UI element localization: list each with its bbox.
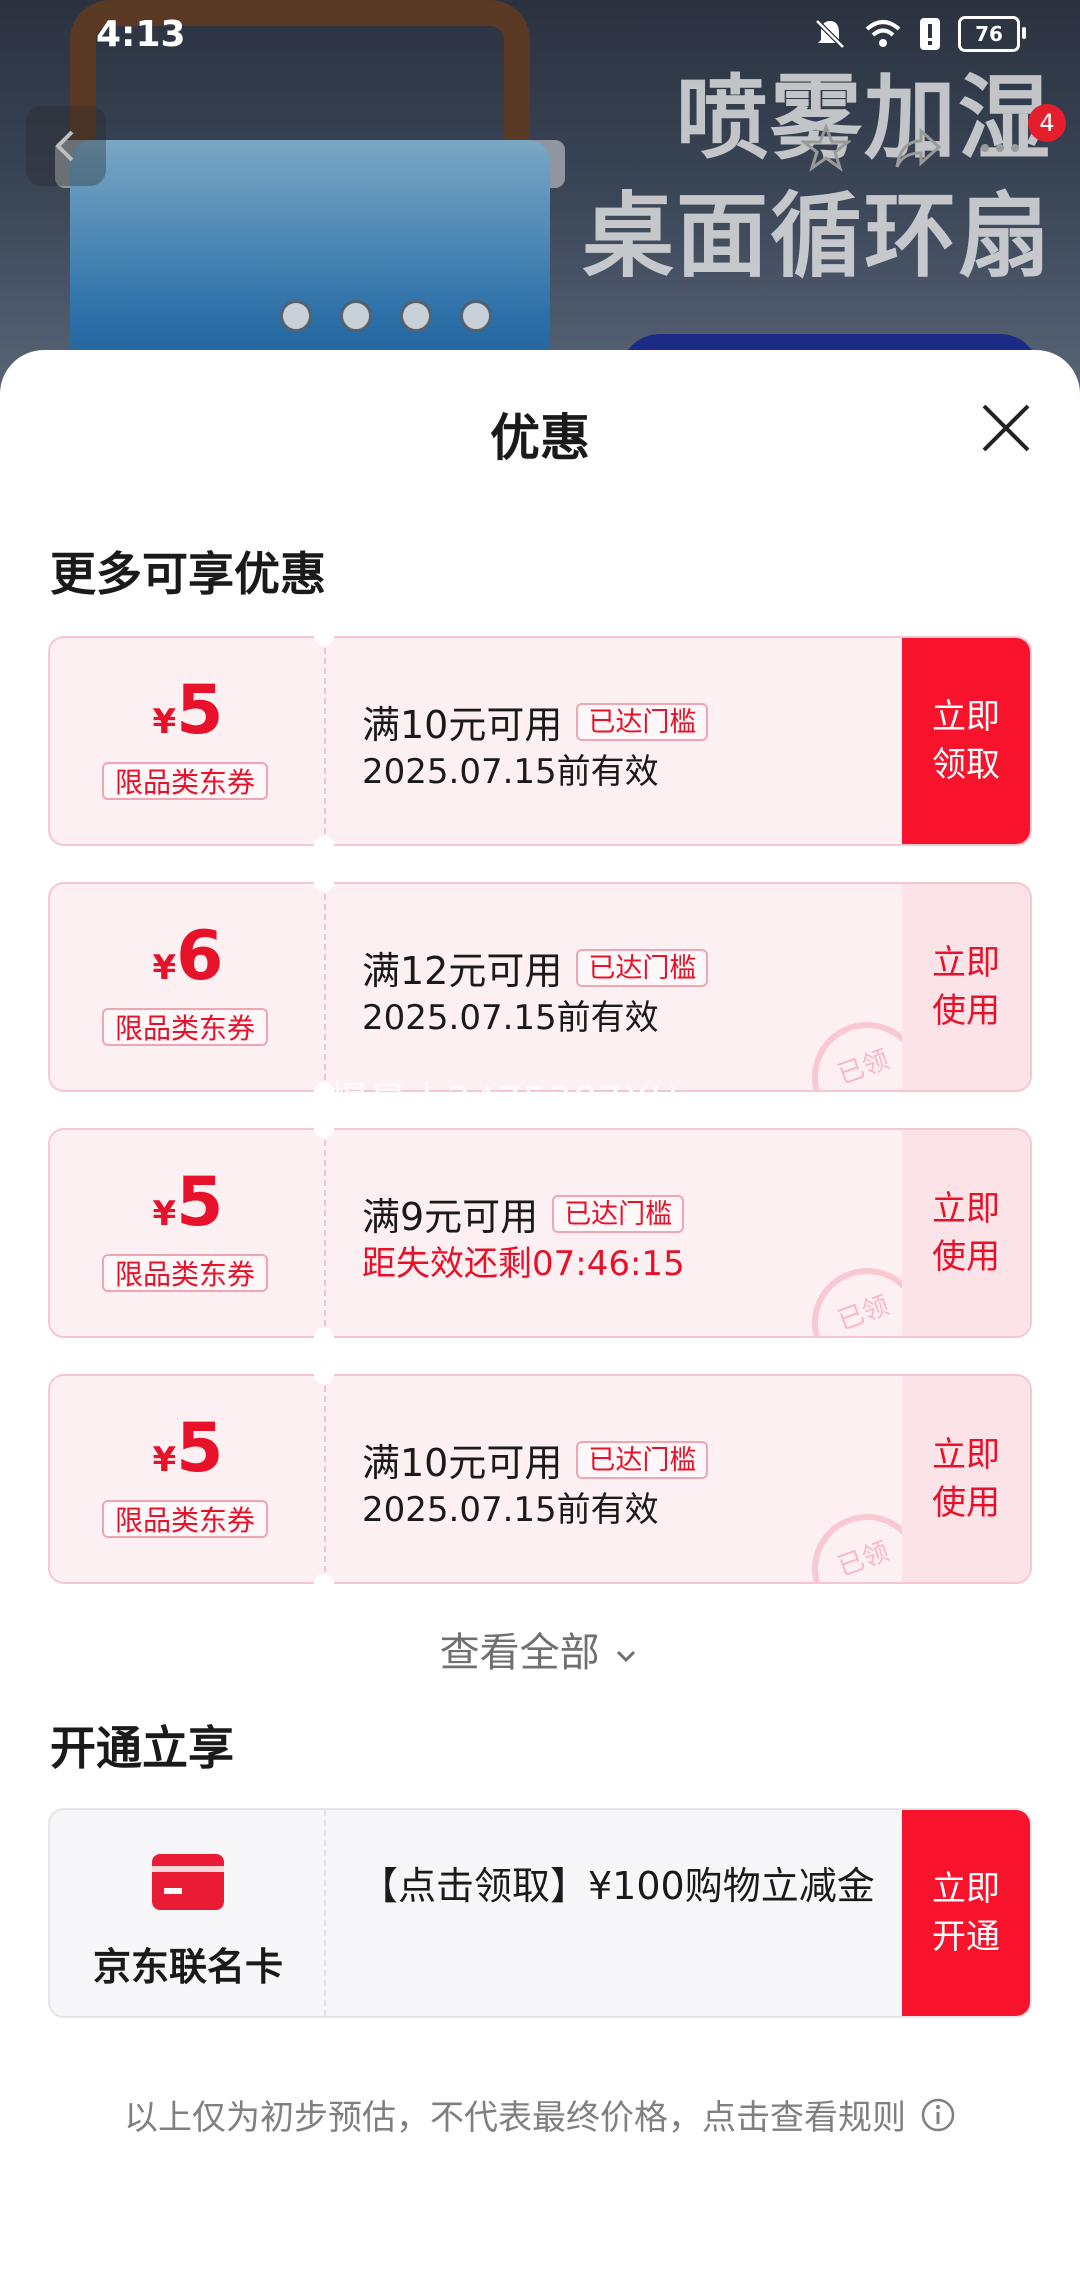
card-offer-description: 【点击领取】¥100购物立减金: [360, 1864, 875, 1908]
coupon-notch: [314, 1328, 334, 1348]
coupon-condition: 满10元可用 已达门槛: [362, 1432, 709, 1487]
close-button[interactable]: [976, 398, 1036, 458]
back-button[interactable]: [26, 106, 106, 186]
product-knob: [340, 300, 372, 332]
cart-badge: 4: [1028, 104, 1066, 142]
coupon-type-tag: 限品类东券: [102, 1500, 268, 1538]
status-icons: 76: [812, 16, 1026, 52]
credit-card-icon: [152, 1854, 224, 1910]
jd-cobrand-card-offer: 京东联名卡 【点击领取】¥100购物立减金 立即 开通: [48, 1808, 1032, 2018]
coupon-amount: ¥5: [50, 1168, 326, 1238]
threshold-badge: 已达门槛: [576, 1440, 709, 1479]
coupon-notch: [314, 836, 334, 856]
section-more-discounts: 更多可享优惠: [50, 547, 326, 601]
price-rules-link[interactable]: 以上仅为初步预估，不代表最终价格，点击查看规则: [0, 2090, 1080, 2139]
claim-coupon-button[interactable]: 立即 领取: [902, 638, 1030, 844]
coupon-condition: 满12元可用 已达门槛: [362, 940, 709, 995]
coupon-type-tag: 限品类东券: [102, 1008, 268, 1046]
disclaimer-text: 以上仅为初步预估，不代表最终价格，点击查看规则: [124, 2098, 906, 2138]
coupon-validity: 2025.07.15前有效: [362, 752, 659, 792]
currency-symbol: ¥: [152, 1440, 177, 1480]
coupon-condition: 满10元可用 已达门槛: [362, 694, 709, 749]
star-icon: [801, 123, 851, 172]
wifi-icon: [865, 20, 901, 47]
coupon-type-tag: 限品类东券: [102, 762, 268, 800]
coupon-condition: 满9元可用 已达门槛: [362, 1186, 685, 1241]
coupon-value: 5: [176, 1163, 224, 1242]
coupon-validity: 2025.07.15前有效: [362, 1490, 659, 1530]
card-name: 京东联名卡: [92, 1945, 283, 1989]
coupon-type-tag: 限品类东券: [102, 1254, 268, 1292]
close-icon: [982, 404, 1030, 452]
hero-text: 喷雾加湿 桌面循环扇: [582, 60, 1052, 296]
chevron-down-icon: [617, 1650, 636, 1663]
coupon-card: ¥5 限品类东券 满10元可用 已达门槛 2025.07.15前有效 立即 领取: [48, 636, 1032, 846]
threshold-badge: 已达门槛: [552, 1194, 685, 1233]
coupon-value-area: ¥6 限品类东券: [50, 884, 326, 1090]
condition-text: 满12元可用: [362, 949, 563, 993]
coupon-notch: [314, 1574, 334, 1594]
coupon-amount: ¥5: [50, 1414, 326, 1484]
view-all-label: 查看全部: [439, 1630, 600, 1676]
open-card-button[interactable]: 立即 开通: [902, 1810, 1030, 2016]
coupon-countdown: 距失效还剩07:46:15: [362, 1244, 685, 1284]
chevron-left-icon: [55, 130, 74, 162]
favorite-button[interactable]: [796, 118, 856, 178]
coupon-card: ¥6 限品类东券 满12元可用 已达门槛 2025.07.15前有效 已领 立即…: [48, 882, 1032, 1092]
more-button[interactable]: [970, 118, 1030, 178]
section-open-benefits: 开通立享: [50, 1721, 234, 1775]
coupon-validity: 2025.07.15前有效: [362, 998, 659, 1038]
coupon-card: ¥5 限品类东券 满9元可用 已达门槛 距失效还剩07:46:15 已领 立即使…: [48, 1128, 1032, 1338]
view-all-button[interactable]: 查看全部: [0, 1620, 1080, 1678]
currency-symbol: ¥: [152, 702, 177, 742]
condition-text: 满10元可用: [362, 1441, 563, 1485]
sheet-title: 优惠: [490, 409, 590, 467]
coupon-notch: [314, 872, 334, 892]
share-button[interactable]: [888, 118, 948, 178]
coupon-value-area: ¥5 限品类东券: [50, 638, 326, 844]
product-knob: [280, 300, 312, 332]
threshold-badge: 已达门槛: [576, 948, 709, 987]
use-coupon-button[interactable]: 立即 使用: [902, 884, 1030, 1090]
coupon-card: ¥5 限品类东券 满10元可用 已达门槛 2025.07.15前有效 已领 立即…: [48, 1374, 1032, 1584]
coupon-notch: [314, 1364, 334, 1384]
condition-text: 满10元可用: [362, 703, 563, 747]
bell-muted-icon: [815, 19, 845, 49]
product-knob: [400, 300, 432, 332]
more-icon: [981, 144, 1019, 152]
coupon-amount: ¥6: [50, 922, 326, 992]
use-coupon-button[interactable]: 立即 使用: [902, 1376, 1030, 1582]
share-icon: [895, 127, 942, 168]
sim-alert-icon: [920, 18, 940, 50]
coupon-value: 5: [176, 1409, 224, 1488]
product-knob: [460, 300, 492, 332]
threshold-badge: 已达门槛: [576, 702, 709, 741]
condition-text: 满9元可用: [362, 1195, 539, 1239]
coupon-amount: ¥5: [50, 676, 326, 746]
status-bar: 4:13 76: [0, 0, 1080, 74]
hero-line-2: 桌面循环扇: [581, 183, 1052, 290]
coupon-notch: [314, 626, 334, 646]
use-coupon-button[interactable]: 立即 使用: [902, 1130, 1030, 1336]
status-time: 4:13: [96, 14, 186, 55]
coupon-value-area: ¥5 限品类东券: [50, 1130, 326, 1336]
battery-indicator: 76: [958, 16, 1026, 52]
currency-symbol: ¥: [152, 1194, 177, 1234]
coupon-value-area: ¥5 限品类东券: [50, 1376, 326, 1582]
coupon-value: 5: [176, 671, 224, 750]
info-icon: [921, 2098, 955, 2131]
battery-level: 76: [975, 22, 1003, 46]
coupon-value: 6: [176, 917, 224, 996]
currency-symbol: ¥: [152, 948, 177, 988]
watermark-text: 慢星人2475387XU: [330, 1079, 680, 1123]
card-offer-left: 京东联名卡: [50, 1810, 326, 2016]
